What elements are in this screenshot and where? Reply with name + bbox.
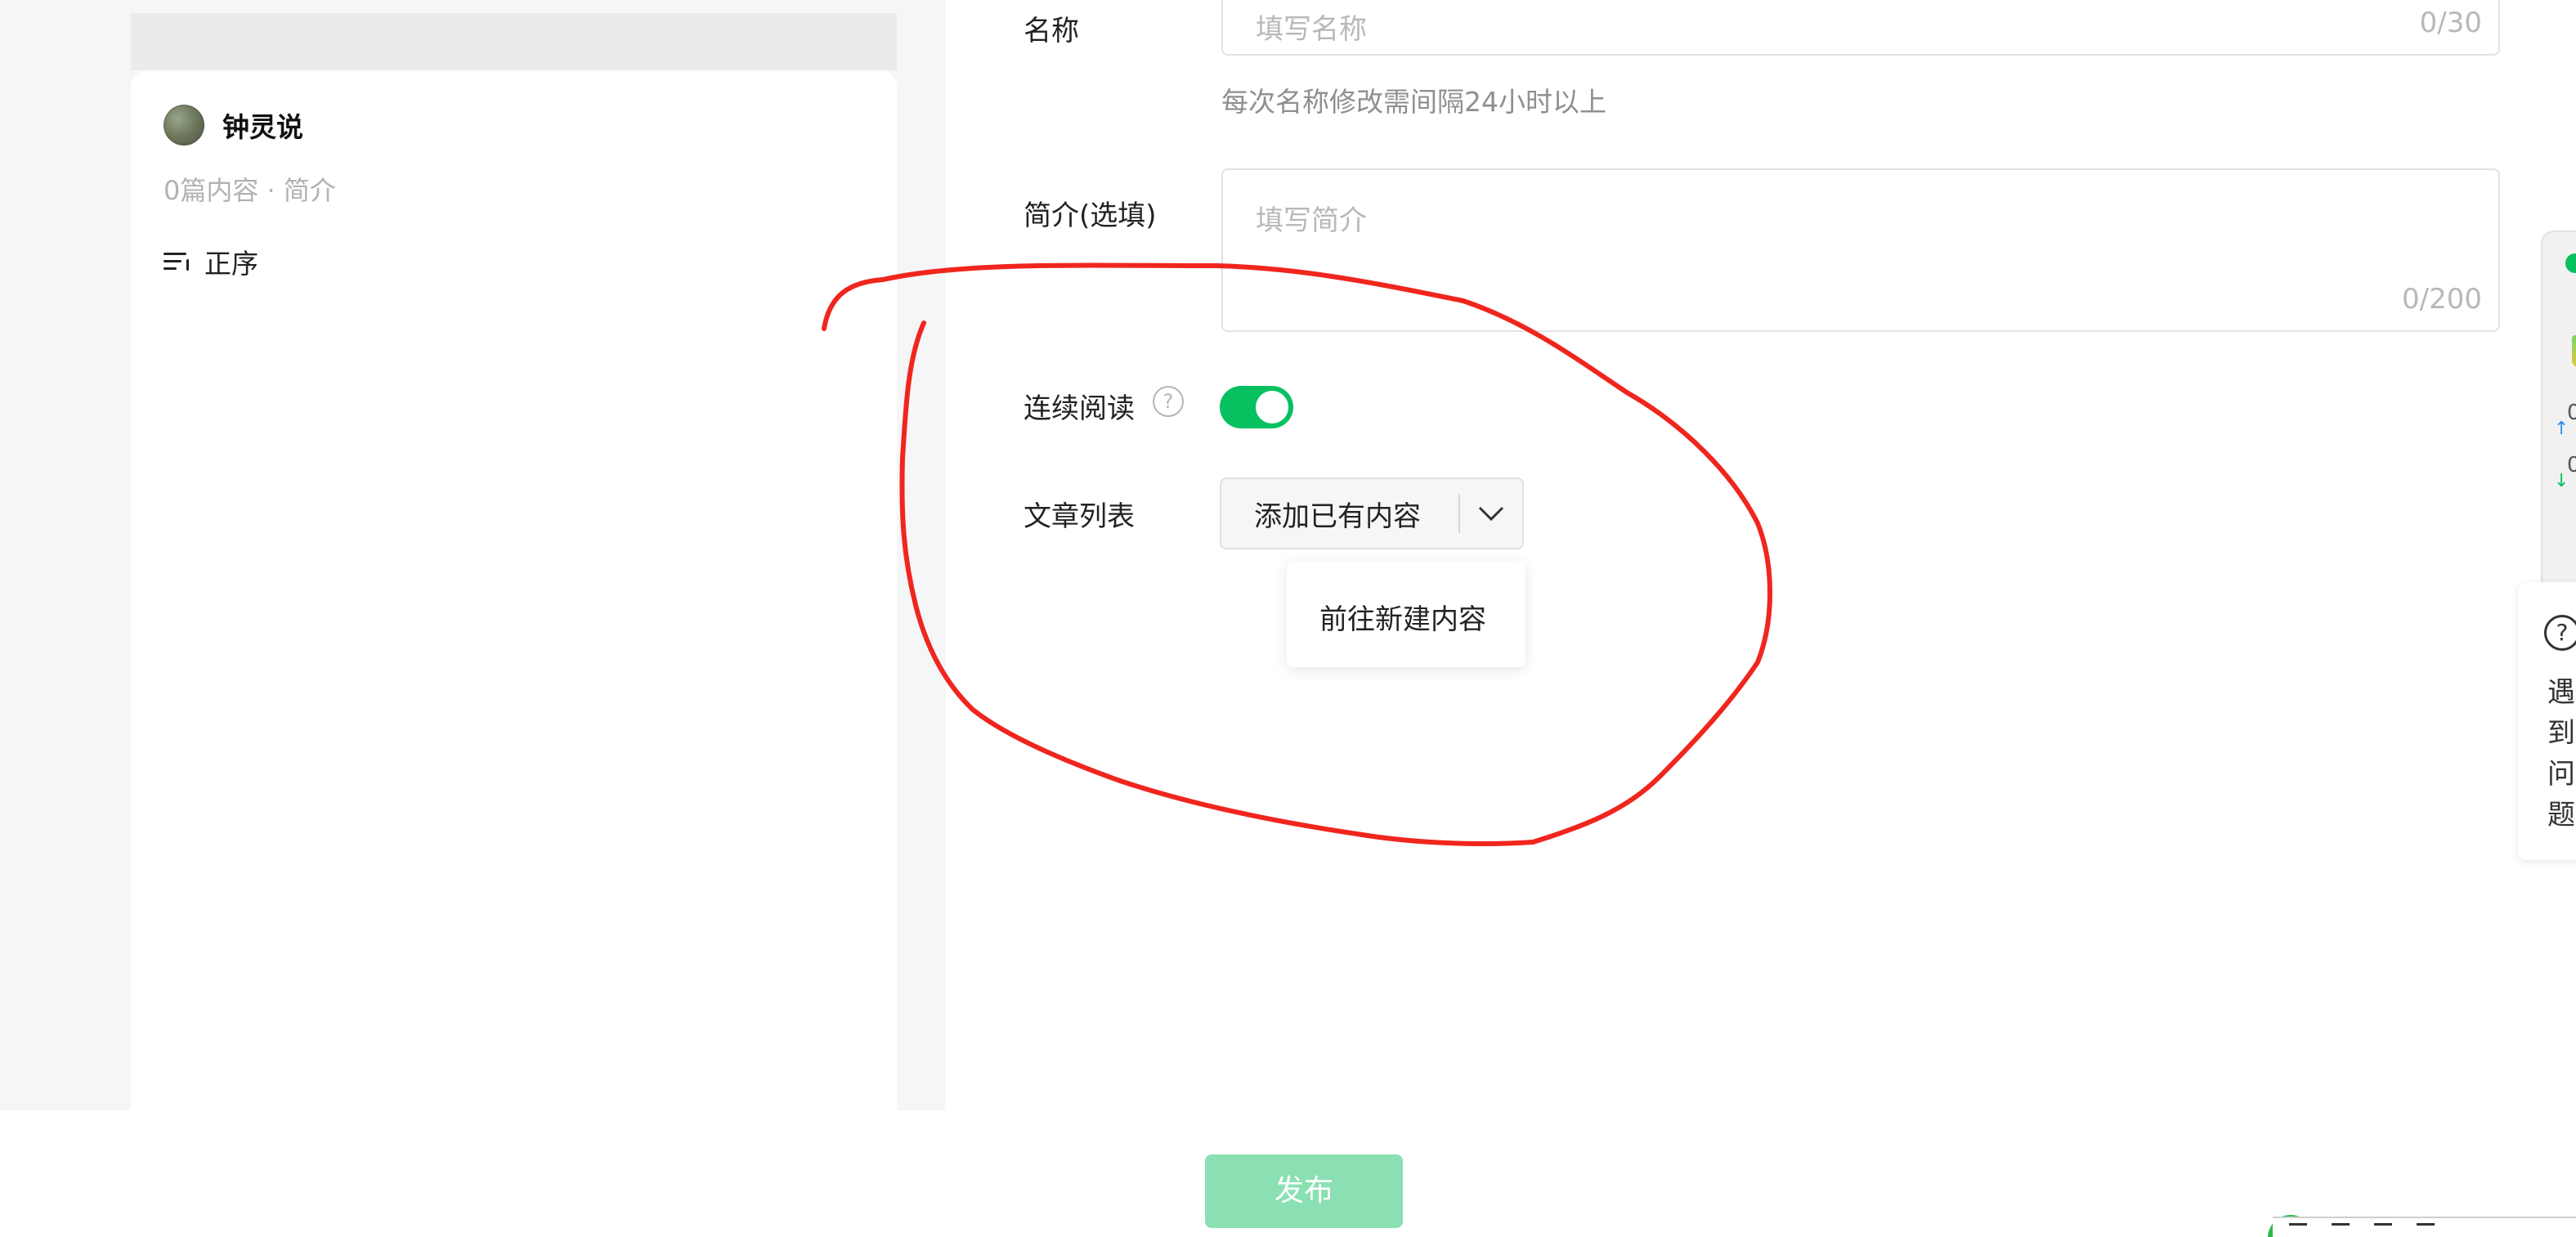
sort-toggle[interactable]: 正序 xyxy=(164,242,258,281)
upload-count: 0 xyxy=(2567,401,2576,425)
desc-label: 简介(选填) xyxy=(1024,199,1157,232)
sort-label: 正序 xyxy=(204,248,258,280)
author-name: 钟灵说 xyxy=(222,111,303,143)
avatar xyxy=(164,105,204,146)
help-text: 遇到问题 xyxy=(2547,676,2575,831)
add-existing-button[interactable]: 添加已有内容 xyxy=(1221,494,1458,534)
article-list-label: 文章列表 xyxy=(1024,500,1135,533)
name-label: 名称 xyxy=(1024,15,1079,47)
desc-placeholder: 填写简介 xyxy=(1256,204,1367,237)
question-circle-icon: ? xyxy=(2544,615,2576,651)
chevron-down-icon xyxy=(1478,506,1504,522)
desc-textarea[interactable]: 填写简介 0/200 xyxy=(1221,168,2500,332)
help-card[interactable]: ? 遇到问题 xyxy=(2518,582,2576,860)
name-placeholder: 填写名称 xyxy=(1256,13,1367,46)
continuous-reading-toggle[interactable] xyxy=(1220,386,1293,428)
desc-char-count: 0/200 xyxy=(2402,283,2482,316)
publish-button[interactable]: 发布 xyxy=(1205,1154,1403,1228)
preview-card xyxy=(131,70,897,1110)
download-count: 0 xyxy=(2567,453,2576,477)
status-dot-icon xyxy=(2565,253,2576,273)
author-row: 钟灵说 xyxy=(164,105,303,146)
sort-icon xyxy=(164,249,191,274)
dropdown-menu: 前往新建内容 xyxy=(1287,561,1525,667)
author-subtitle: 0篇内容 · 简介 xyxy=(164,175,336,206)
preview-top-strip xyxy=(131,13,897,70)
continuous-reading-label: 连续阅读 xyxy=(1024,392,1135,425)
page: 钟灵说 0篇内容 · 简介 正序 名称 填写名称 0/30 每次名称修改需间隔2… xyxy=(0,0,2576,1237)
form-panel xyxy=(946,0,2576,1110)
name-char-count: 0/30 xyxy=(2419,7,2482,39)
menu-item-create-new[interactable]: 前往新建内容 xyxy=(1319,597,1486,637)
dropdown-toggle[interactable] xyxy=(1460,479,1522,548)
taskbar-icon[interactable] xyxy=(2332,1222,2350,1237)
shield-icon xyxy=(2572,335,2576,368)
taskbar-icon[interactable] xyxy=(2374,1222,2392,1237)
toggle-knob xyxy=(1256,391,1288,424)
taskbar-icons xyxy=(2273,1217,2576,1237)
name-hint: 每次名称修改需间隔24小时以上 xyxy=(1221,86,1606,118)
add-existing-split-button: 添加已有内容 xyxy=(1220,477,1524,549)
name-input[interactable]: 填写名称 0/30 xyxy=(1221,0,2500,56)
taskbar-icon[interactable] xyxy=(2417,1222,2435,1237)
taskbar-icon[interactable] xyxy=(2289,1222,2307,1237)
question-icon[interactable]: ? xyxy=(1153,386,1184,417)
floating-toolbar: ↑ 0 ↓ 0 xyxy=(2541,231,2576,598)
